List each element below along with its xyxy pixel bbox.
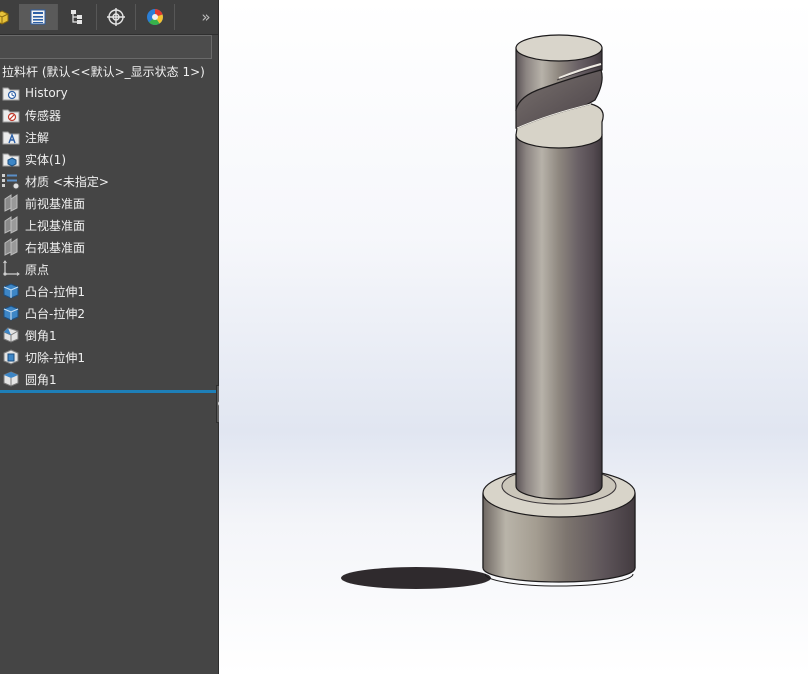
tree-item-annotations[interactable]: 注解 bbox=[0, 126, 218, 148]
feature-tree: History 传感器 注解 实体(1) 材质 <未指定> 前视基准面 上视基准… bbox=[0, 82, 218, 390]
boss-extrude-icon bbox=[1, 304, 21, 322]
solid-bodies-folder-icon bbox=[1, 150, 21, 168]
tree-item-label: 倒角1 bbox=[25, 328, 57, 343]
tree-item-chamfer-1[interactable]: 倒角1 bbox=[0, 324, 218, 346]
rollback-bar[interactable] bbox=[0, 390, 216, 393]
color-wheel-icon bbox=[147, 9, 163, 25]
tree-filter-input[interactable] bbox=[0, 35, 212, 59]
annotation-folder-icon bbox=[1, 128, 21, 146]
sensor-folder-icon bbox=[1, 106, 21, 124]
configuration-manager-tab[interactable] bbox=[97, 4, 136, 30]
tree-item-material[interactable]: 材质 <未指定> bbox=[0, 170, 218, 192]
tree-item-label: 前视基准面 bbox=[25, 196, 86, 211]
tree-item-sensors[interactable]: 传感器 bbox=[0, 104, 218, 126]
shaft bbox=[515, 134, 603, 500]
history-folder-icon bbox=[1, 84, 21, 102]
manager-tab-bar: » bbox=[0, 0, 218, 35]
tree-item-cut-extrude-1[interactable]: 切除-拉伸1 bbox=[0, 346, 218, 368]
feature-manager-tab[interactable] bbox=[19, 4, 58, 30]
tree-item-label: 注解 bbox=[25, 130, 50, 145]
fillet-icon bbox=[1, 370, 21, 388]
appearance-icon bbox=[0, 10, 9, 25]
tree-item-label: 材质 <未指定> bbox=[25, 174, 109, 189]
origin-icon bbox=[1, 260, 21, 278]
tab-expand-button[interactable]: » bbox=[198, 4, 214, 30]
tree-item-solid-bodies[interactable]: 实体(1) bbox=[0, 148, 218, 170]
tree-item-label: History bbox=[25, 86, 68, 100]
tree-item-front-plane[interactable]: 前视基准面 bbox=[0, 192, 218, 214]
tree-item-top-plane[interactable]: 上视基准面 bbox=[0, 214, 218, 236]
crosshair-icon bbox=[107, 8, 125, 26]
tree-item-label: 原点 bbox=[25, 262, 50, 277]
plane-icon bbox=[1, 238, 21, 256]
tree-item-boss-extrude-1[interactable]: 凸台-拉伸1 bbox=[0, 280, 218, 302]
tree-item-label: 凸台-拉伸1 bbox=[25, 284, 85, 299]
tree-item-origin[interactable]: 原点 bbox=[0, 258, 218, 280]
tree-item-boss-extrude-2[interactable]: 凸台-拉伸2 bbox=[0, 302, 218, 324]
graphics-area[interactable] bbox=[219, 0, 808, 674]
display-manager-tab[interactable] bbox=[0, 4, 21, 30]
cut-extrude-icon bbox=[1, 348, 21, 366]
chamfer-icon bbox=[1, 326, 21, 344]
tree-item-label: 上视基准面 bbox=[25, 218, 86, 233]
tree-item-label: 圆角1 bbox=[25, 372, 57, 387]
plane-icon bbox=[1, 194, 21, 212]
dimxpert-tab[interactable] bbox=[136, 4, 175, 30]
tree-item-label: 传感器 bbox=[25, 108, 62, 123]
tree-item-label: 右视基准面 bbox=[25, 240, 86, 255]
property-tree-icon bbox=[71, 10, 82, 24]
feature-tree-icon bbox=[30, 9, 46, 25]
part-title[interactable]: 拉料杆 (默认<<默认>_显示状态 1>) bbox=[2, 63, 216, 81]
boss-extrude-icon bbox=[1, 282, 21, 300]
ejector-pin-model bbox=[341, 34, 636, 589]
property-manager-tab[interactable] bbox=[58, 4, 97, 30]
tree-item-label: 切除-拉伸1 bbox=[25, 350, 85, 365]
tree-item-fillet-1[interactable]: 圆角1 bbox=[0, 368, 218, 390]
tree-item-history[interactable]: History bbox=[0, 82, 218, 104]
plane-icon bbox=[1, 216, 21, 234]
tree-item-label: 凸台-拉伸2 bbox=[25, 306, 85, 321]
feature-manager-panel: » 拉料杆 (默认<<默认>_显示状态 1>) History 传感器 注解 实… bbox=[0, 0, 219, 674]
tree-item-right-plane[interactable]: 右视基准面 bbox=[0, 236, 218, 258]
material-icon bbox=[1, 172, 21, 190]
tree-item-label: 实体(1) bbox=[25, 152, 66, 167]
